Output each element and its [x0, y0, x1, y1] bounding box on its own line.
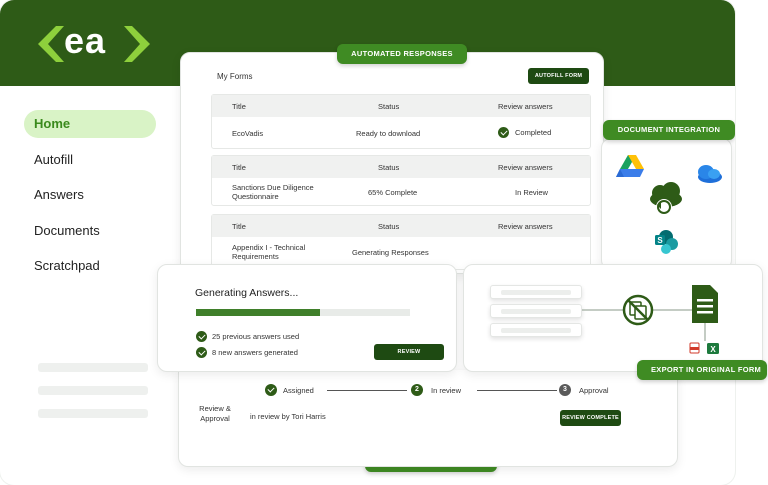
- review-approval-label: Review & Approval: [199, 404, 231, 423]
- excel-icon: X: [707, 343, 719, 354]
- form-table: Title Status Review answers Appendix I -…: [211, 214, 591, 270]
- autofill-form-button[interactable]: AUTOFILL FORM: [528, 68, 589, 84]
- step-number: 2: [411, 384, 423, 396]
- answers-used-text: 25 previous answers used: [212, 332, 300, 341]
- row-status: Generating Responses: [352, 248, 429, 257]
- check-icon: [265, 384, 277, 396]
- step-connector: [327, 390, 407, 391]
- step-assigned: Assigned: [265, 384, 314, 396]
- svg-text:X: X: [710, 345, 716, 354]
- table-header: Title Status Review answers: [212, 215, 590, 237]
- step-connector: [477, 390, 557, 391]
- review-button[interactable]: REVIEW: [374, 344, 444, 360]
- review-status-text: in review by Tori Harris: [250, 412, 326, 421]
- automated-responses-badge: AUTOMATED RESPONSES: [337, 44, 467, 64]
- answers-used-line: 25 previous answers used: [196, 331, 299, 342]
- header-status: Status: [378, 222, 400, 231]
- header-review: Review answers: [498, 102, 553, 111]
- table-header: Title Status Review answers: [212, 95, 590, 117]
- progress-fill: [196, 309, 321, 316]
- sidebar-item-documents[interactable]: Documents: [24, 217, 156, 245]
- onedrive-icon: [698, 165, 722, 183]
- row-title: Appendix I - Technical Requirements: [232, 243, 306, 261]
- integration-icons: S: [616, 155, 722, 254]
- google-drive-icon: [616, 155, 644, 177]
- review-complete-button[interactable]: REVIEW COMPLETE: [560, 410, 621, 426]
- header-status: Status: [378, 102, 400, 111]
- document-integration-badge: DOCUMENT INTEGRATION: [603, 120, 735, 140]
- row-status: Ready to download: [356, 129, 421, 138]
- pdf-icon: [689, 342, 700, 354]
- logo-text: ea: [64, 20, 107, 61]
- step-label: Approval: [579, 385, 609, 395]
- skeleton-bar: [38, 363, 148, 372]
- logo: ea: [38, 20, 150, 64]
- table-row[interactable]: Sanctions Due Diligence Questionnaire 65…: [212, 178, 590, 207]
- header-review: Review answers: [498, 163, 553, 172]
- table-header: Title Status Review answers: [212, 156, 590, 178]
- sidebar-item-autofill[interactable]: Autofill: [24, 146, 156, 174]
- step-number: 3: [559, 384, 571, 396]
- row-review: In Review: [515, 188, 548, 197]
- row-title: Sanctions Due Diligence Questionnaire: [232, 183, 314, 201]
- table-row[interactable]: EcoVadis Ready to download Completed: [212, 117, 590, 150]
- sidebar: Home Autofill Answers Documents Scratchp…: [24, 110, 156, 288]
- svg-text:S: S: [657, 236, 663, 245]
- check-icon: [196, 331, 207, 342]
- sidebar-item-answers[interactable]: Answers: [24, 181, 156, 209]
- header-title: Title: [232, 102, 246, 111]
- step-label: In review: [431, 385, 462, 395]
- step-approval: 3 Approval: [559, 384, 609, 396]
- skeleton-bar: [38, 386, 148, 395]
- answers-generated-text: 8 new answers generated: [212, 348, 298, 357]
- google-sheets-icon: [692, 285, 718, 323]
- export-graphics: X: [582, 285, 719, 354]
- header-title: Title: [232, 163, 246, 172]
- generating-answers-card: Generating Answers... 25 previous answer…: [157, 264, 457, 372]
- document-integration-card: S: [601, 138, 732, 270]
- step-in-review: 2 In review: [411, 384, 461, 396]
- my-forms-title: My Forms: [217, 72, 253, 81]
- sidebar-item-scratchpad[interactable]: Scratchpad: [24, 252, 156, 280]
- sidebar-item-home[interactable]: Home: [24, 110, 156, 138]
- no-copy-icon: [622, 294, 654, 326]
- skeleton-bar: [38, 409, 148, 418]
- answers-generated-line: 8 new answers generated: [196, 347, 298, 358]
- form-table: Title Status Review answers EcoVadis Rea…: [211, 94, 591, 149]
- collaboration-card: Assigned 2 In review 3 Approval Review &…: [178, 370, 678, 467]
- export-original-form-badge: EXPORT IN ORIGINAL FORM: [637, 360, 767, 380]
- generating-title: Generating Answers...: [195, 287, 299, 299]
- step-label: Assigned: [283, 385, 314, 395]
- progress-bar: [196, 309, 410, 316]
- export-card: X: [463, 264, 763, 372]
- form-table: Title Status Review answers Sanctions Du…: [211, 155, 591, 206]
- check-icon: [196, 347, 207, 358]
- my-forms-card: My Forms AUTOFILL FORM Title Status Revi…: [180, 52, 604, 274]
- header-review: Review answers: [498, 222, 553, 231]
- check-icon: [498, 127, 509, 138]
- cloud-sync-icon: [650, 182, 682, 215]
- sharepoint-icon: S: [655, 230, 678, 254]
- header-title: Title: [232, 222, 246, 231]
- row-status: 65% Complete: [368, 188, 418, 197]
- header-status: Status: [378, 163, 400, 172]
- app-window: ea Home Autofill Answers Documents Scrat…: [0, 0, 735, 485]
- row-review: Completed: [515, 128, 552, 137]
- row-title: EcoVadis: [232, 129, 264, 138]
